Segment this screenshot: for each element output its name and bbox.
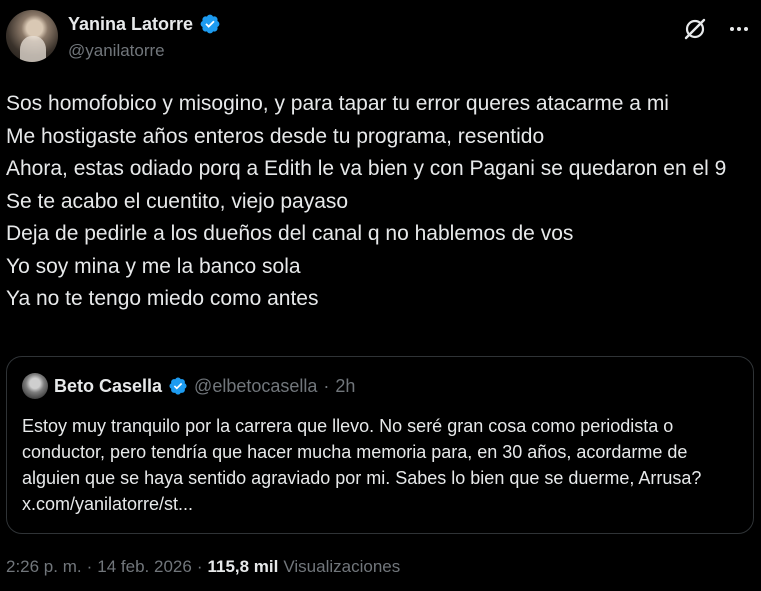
- tweet-text: Sos homofobico y misogino, y para tapar …: [6, 92, 727, 310]
- verified-badge-icon: [169, 377, 187, 395]
- meta-separator: ·: [86, 557, 93, 576]
- quoted-author-handle: @elbetocasella: [194, 375, 318, 396]
- quoted-author-avatar: [22, 373, 48, 399]
- views-label: Visualizaciones: [283, 557, 401, 576]
- quoted-timestamp: 2h: [335, 375, 356, 396]
- views-count: 115,8 mil: [207, 557, 279, 576]
- author-avatar[interactable]: [6, 10, 58, 62]
- quoted-separator: ·: [323, 375, 330, 396]
- tweet-time[interactable]: 2:26 p. m.: [6, 557, 82, 577]
- quoted-tweet-text: Estoy muy tranquilo por la carrera que l…: [22, 416, 702, 514]
- tweet-meta: 2:26 p. m. · 14 feb. 2026 · 115,8 mil Vi…: [6, 557, 400, 577]
- more-options-icon[interactable]: [726, 18, 752, 40]
- verified-badge-icon: [200, 14, 220, 34]
- meta-separator: ·: [196, 557, 203, 576]
- tweet-header: Yanina Latorre @yanilatorre: [6, 10, 756, 68]
- author-handle[interactable]: @yanilatorre: [68, 41, 165, 61]
- author-display-name[interactable]: Yanina Latorre: [68, 14, 193, 35]
- quoted-tweet-header: Beto Casella @elbetocasella · 2h: [22, 373, 355, 399]
- author-name-row: Yanina Latorre: [68, 13, 221, 35]
- quoted-tweet[interactable]: Beto Casella @elbetocasella · 2h Estoy m…: [6, 356, 754, 534]
- tweet-date[interactable]: 14 feb. 2026: [97, 557, 192, 577]
- quoted-author-name: Beto Casella: [54, 375, 163, 396]
- grok-icon[interactable]: [682, 16, 708, 42]
